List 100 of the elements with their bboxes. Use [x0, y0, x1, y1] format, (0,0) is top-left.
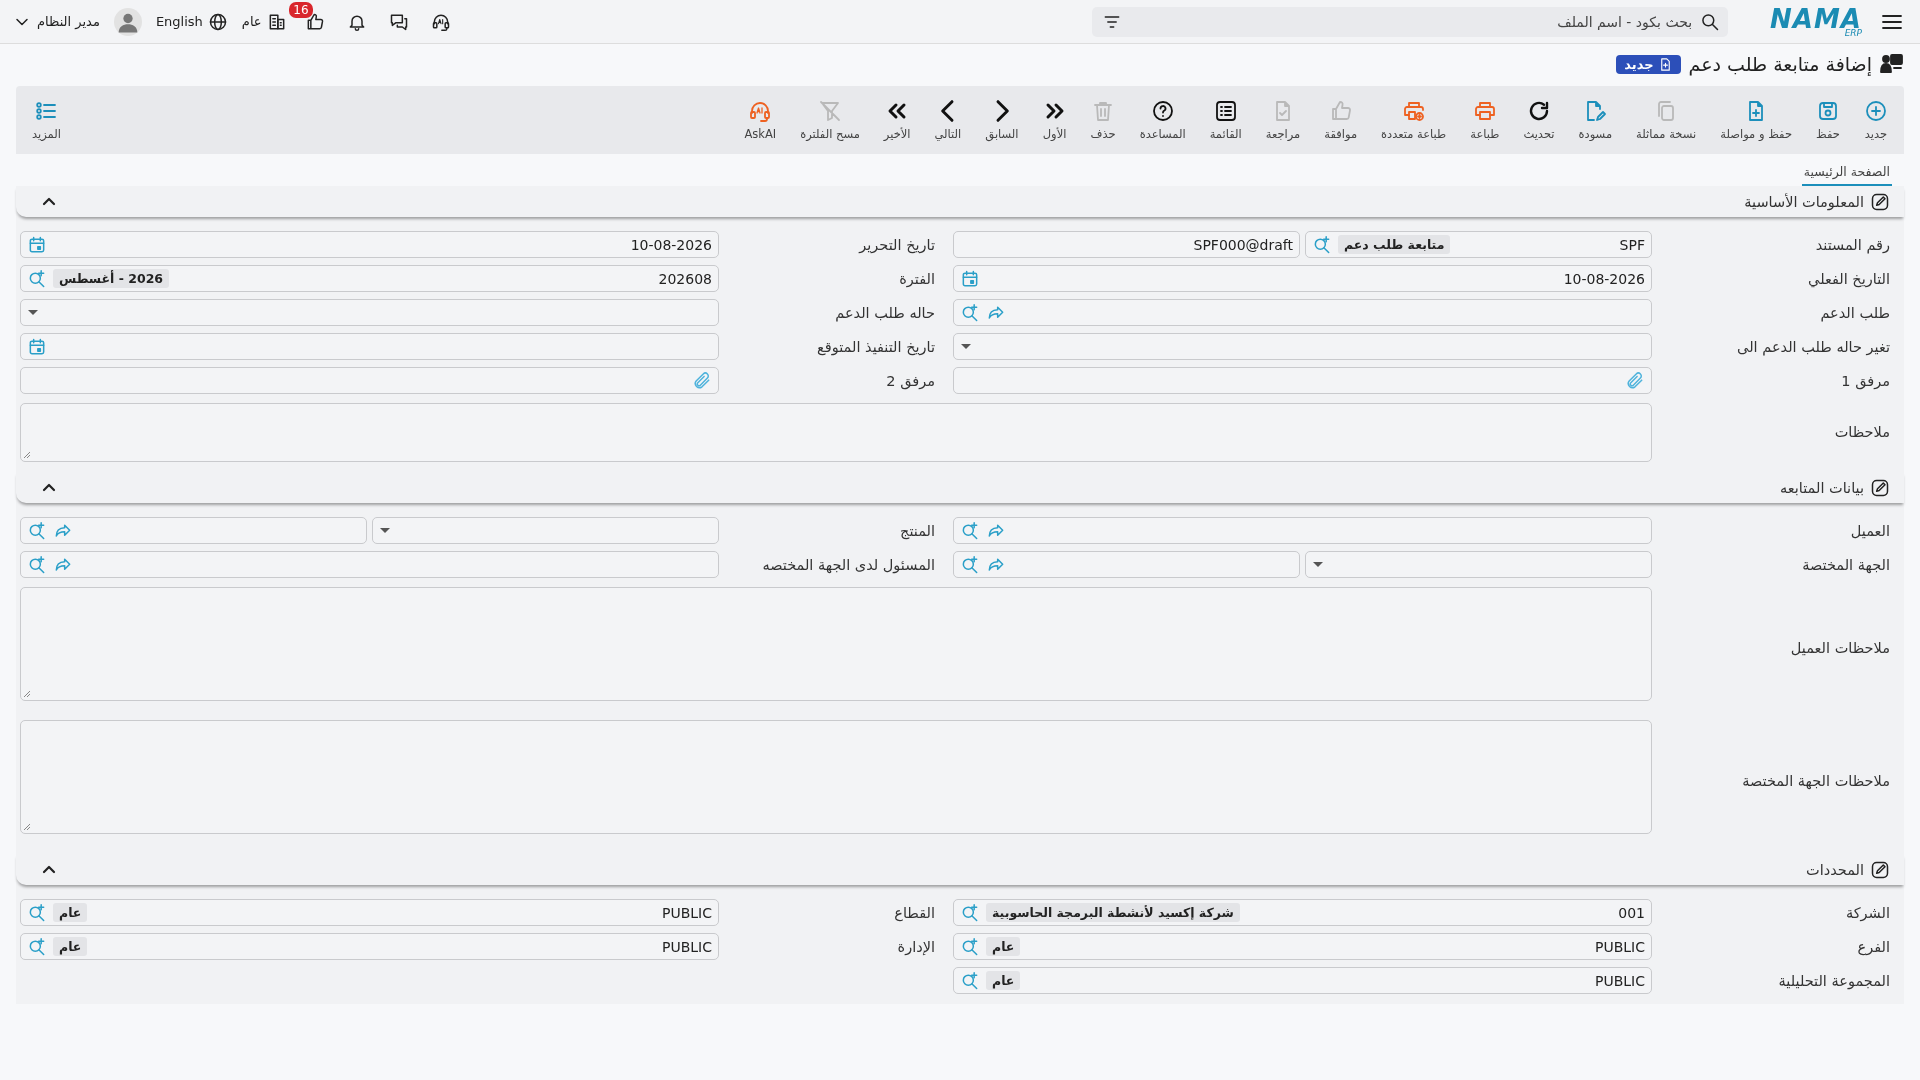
dropdown-icon	[379, 527, 391, 534]
resize-handle-icon[interactable]	[23, 690, 31, 698]
lookup-icon	[960, 554, 980, 575]
select-field[interactable]	[1305, 551, 1652, 578]
value-tag: شركة إكسيد لأنشطة البرمجة الحاسوبية	[986, 903, 1240, 922]
attachment-field[interactable]	[20, 367, 719, 394]
more-button[interactable]: المزيد	[26, 99, 67, 141]
field-label: مرفق 1	[1840, 371, 1891, 392]
value-tag: عام	[53, 937, 88, 956]
calendar-icon	[960, 268, 980, 289]
lookup-field[interactable]	[953, 551, 1300, 578]
lookup-icon	[27, 268, 47, 289]
help-button[interactable]: المساعدة	[1133, 99, 1192, 141]
field-label: الفترة	[898, 269, 936, 290]
field-label: الشركة	[1844, 903, 1891, 924]
save-button[interactable]: حفظ	[1810, 99, 1846, 141]
field-label: الفرع	[1856, 937, 1891, 958]
search-icon	[1700, 11, 1721, 32]
field-label: المجموعة التحليلية	[1777, 971, 1891, 992]
field-label: مرفق 2	[885, 371, 936, 392]
section-title: بيانات المتابعه	[1780, 479, 1864, 496]
save-continue-button[interactable]: حفظ و مواصلة	[1714, 99, 1798, 141]
value-tag: متابعة طلب دعم	[1338, 235, 1451, 254]
field-label: حاله طلب الدعم	[834, 303, 936, 324]
section-title: المحددات	[1806, 861, 1864, 878]
multi-print-button[interactable]: طباعة متعددة	[1375, 99, 1453, 141]
next-button[interactable]: التالي	[928, 99, 968, 141]
select-field[interactable]	[372, 517, 719, 544]
resize-handle-icon[interactable]	[23, 823, 31, 831]
lookup-icon	[27, 520, 47, 541]
notes-field[interactable]	[20, 720, 1652, 834]
language-button[interactable]: English	[155, 11, 228, 32]
field-label: المنتج	[899, 521, 936, 542]
user-menu-button[interactable]: مدير النظام	[12, 11, 100, 32]
print-button[interactable]: طباعة	[1464, 99, 1506, 141]
date-field[interactable]: 10-08-2026	[20, 231, 719, 258]
field-label: المسئول لدى الجهة المختصه	[761, 555, 936, 576]
list-button[interactable]: القائمة	[1203, 99, 1248, 141]
lookup-field[interactable]	[20, 517, 367, 544]
last-button[interactable]: الأخير	[877, 99, 917, 141]
user-avatar[interactable]	[113, 7, 142, 36]
paperclip-icon	[1625, 370, 1645, 391]
attachment-field[interactable]	[953, 367, 1652, 394]
edit-icon	[1870, 477, 1890, 498]
field-label: طلب الدعم	[1819, 303, 1891, 324]
value-tag: 2026 - أغسطس	[53, 269, 170, 288]
calendar-icon	[27, 234, 47, 255]
refresh-button[interactable]: تحديث	[1517, 99, 1561, 141]
value-tag: عام	[986, 971, 1021, 990]
field-label: العميل	[1849, 521, 1891, 541]
field-label: الإدارة	[896, 937, 936, 958]
resize-handle-icon[interactable]	[23, 451, 31, 459]
dropdown-icon	[27, 309, 39, 316]
first-button[interactable]: الأول	[1036, 99, 1073, 141]
field-label: رقم المستند	[1814, 235, 1891, 256]
lookup-field[interactable]	[20, 551, 719, 578]
dropdown-icon	[1312, 561, 1324, 568]
list-icon	[34, 99, 59, 123]
dropdown-icon	[960, 343, 972, 350]
edit-icon	[1870, 191, 1890, 212]
notes-field[interactable]	[20, 587, 1652, 701]
field-label: ملاحظات	[1833, 422, 1891, 442]
value-tag: عام	[986, 937, 1021, 956]
paperclip-icon	[692, 370, 712, 391]
globe-icon	[207, 11, 228, 32]
previous-button[interactable]: السابق	[979, 99, 1025, 141]
search-field[interactable]: بحث بكود - اسم الملف	[1092, 6, 1729, 37]
calendar-icon	[27, 336, 47, 357]
field-label: الجهة المختصة	[1801, 555, 1891, 576]
lookup-field[interactable]	[953, 299, 1652, 326]
lookup-icon	[960, 970, 980, 991]
company-button[interactable]: عام	[241, 11, 287, 32]
count-badge: 16	[289, 1, 313, 18]
page-title: إضافة متابعة طلب دعم	[1688, 53, 1872, 75]
lookup-field[interactable]	[953, 517, 1652, 544]
lookup-icon	[1312, 234, 1332, 255]
edit-icon	[1870, 859, 1890, 880]
ask-ai-button[interactable]: AskAI	[738, 99, 783, 141]
support-icon	[1880, 52, 1904, 76]
lookup-icon	[960, 302, 980, 323]
lookup-icon	[960, 520, 980, 541]
date-field[interactable]	[20, 333, 719, 360]
select-field[interactable]	[953, 333, 1652, 360]
status-badge: جديد	[1616, 54, 1681, 74]
new-button[interactable]: جديد	[1858, 99, 1894, 141]
select-field[interactable]	[20, 299, 719, 326]
notes-field[interactable]	[20, 403, 1652, 462]
date-field[interactable]: 10-08-2026	[953, 265, 1652, 292]
field-label: تغير حاله طلب الدعم الى	[1736, 337, 1891, 358]
chevron-icon	[42, 483, 56, 492]
lookup-icon	[27, 902, 47, 923]
chevron-icon	[42, 865, 56, 874]
document-number-field[interactable]: SPF000@draft	[953, 231, 1300, 258]
field-label: ملاحظات الجهة المختصة	[1741, 772, 1891, 792]
draft-button[interactable]: مسودة	[1572, 99, 1619, 141]
field-label: التاريخ الفعلي	[1807, 269, 1891, 290]
chevron-icon	[42, 197, 56, 206]
field-label: تاريخ التنفيذ المتوقع	[816, 337, 936, 358]
field-label: تاريخ التحرير	[857, 235, 936, 256]
section-title: المعلومات الأساسية	[1744, 193, 1864, 210]
